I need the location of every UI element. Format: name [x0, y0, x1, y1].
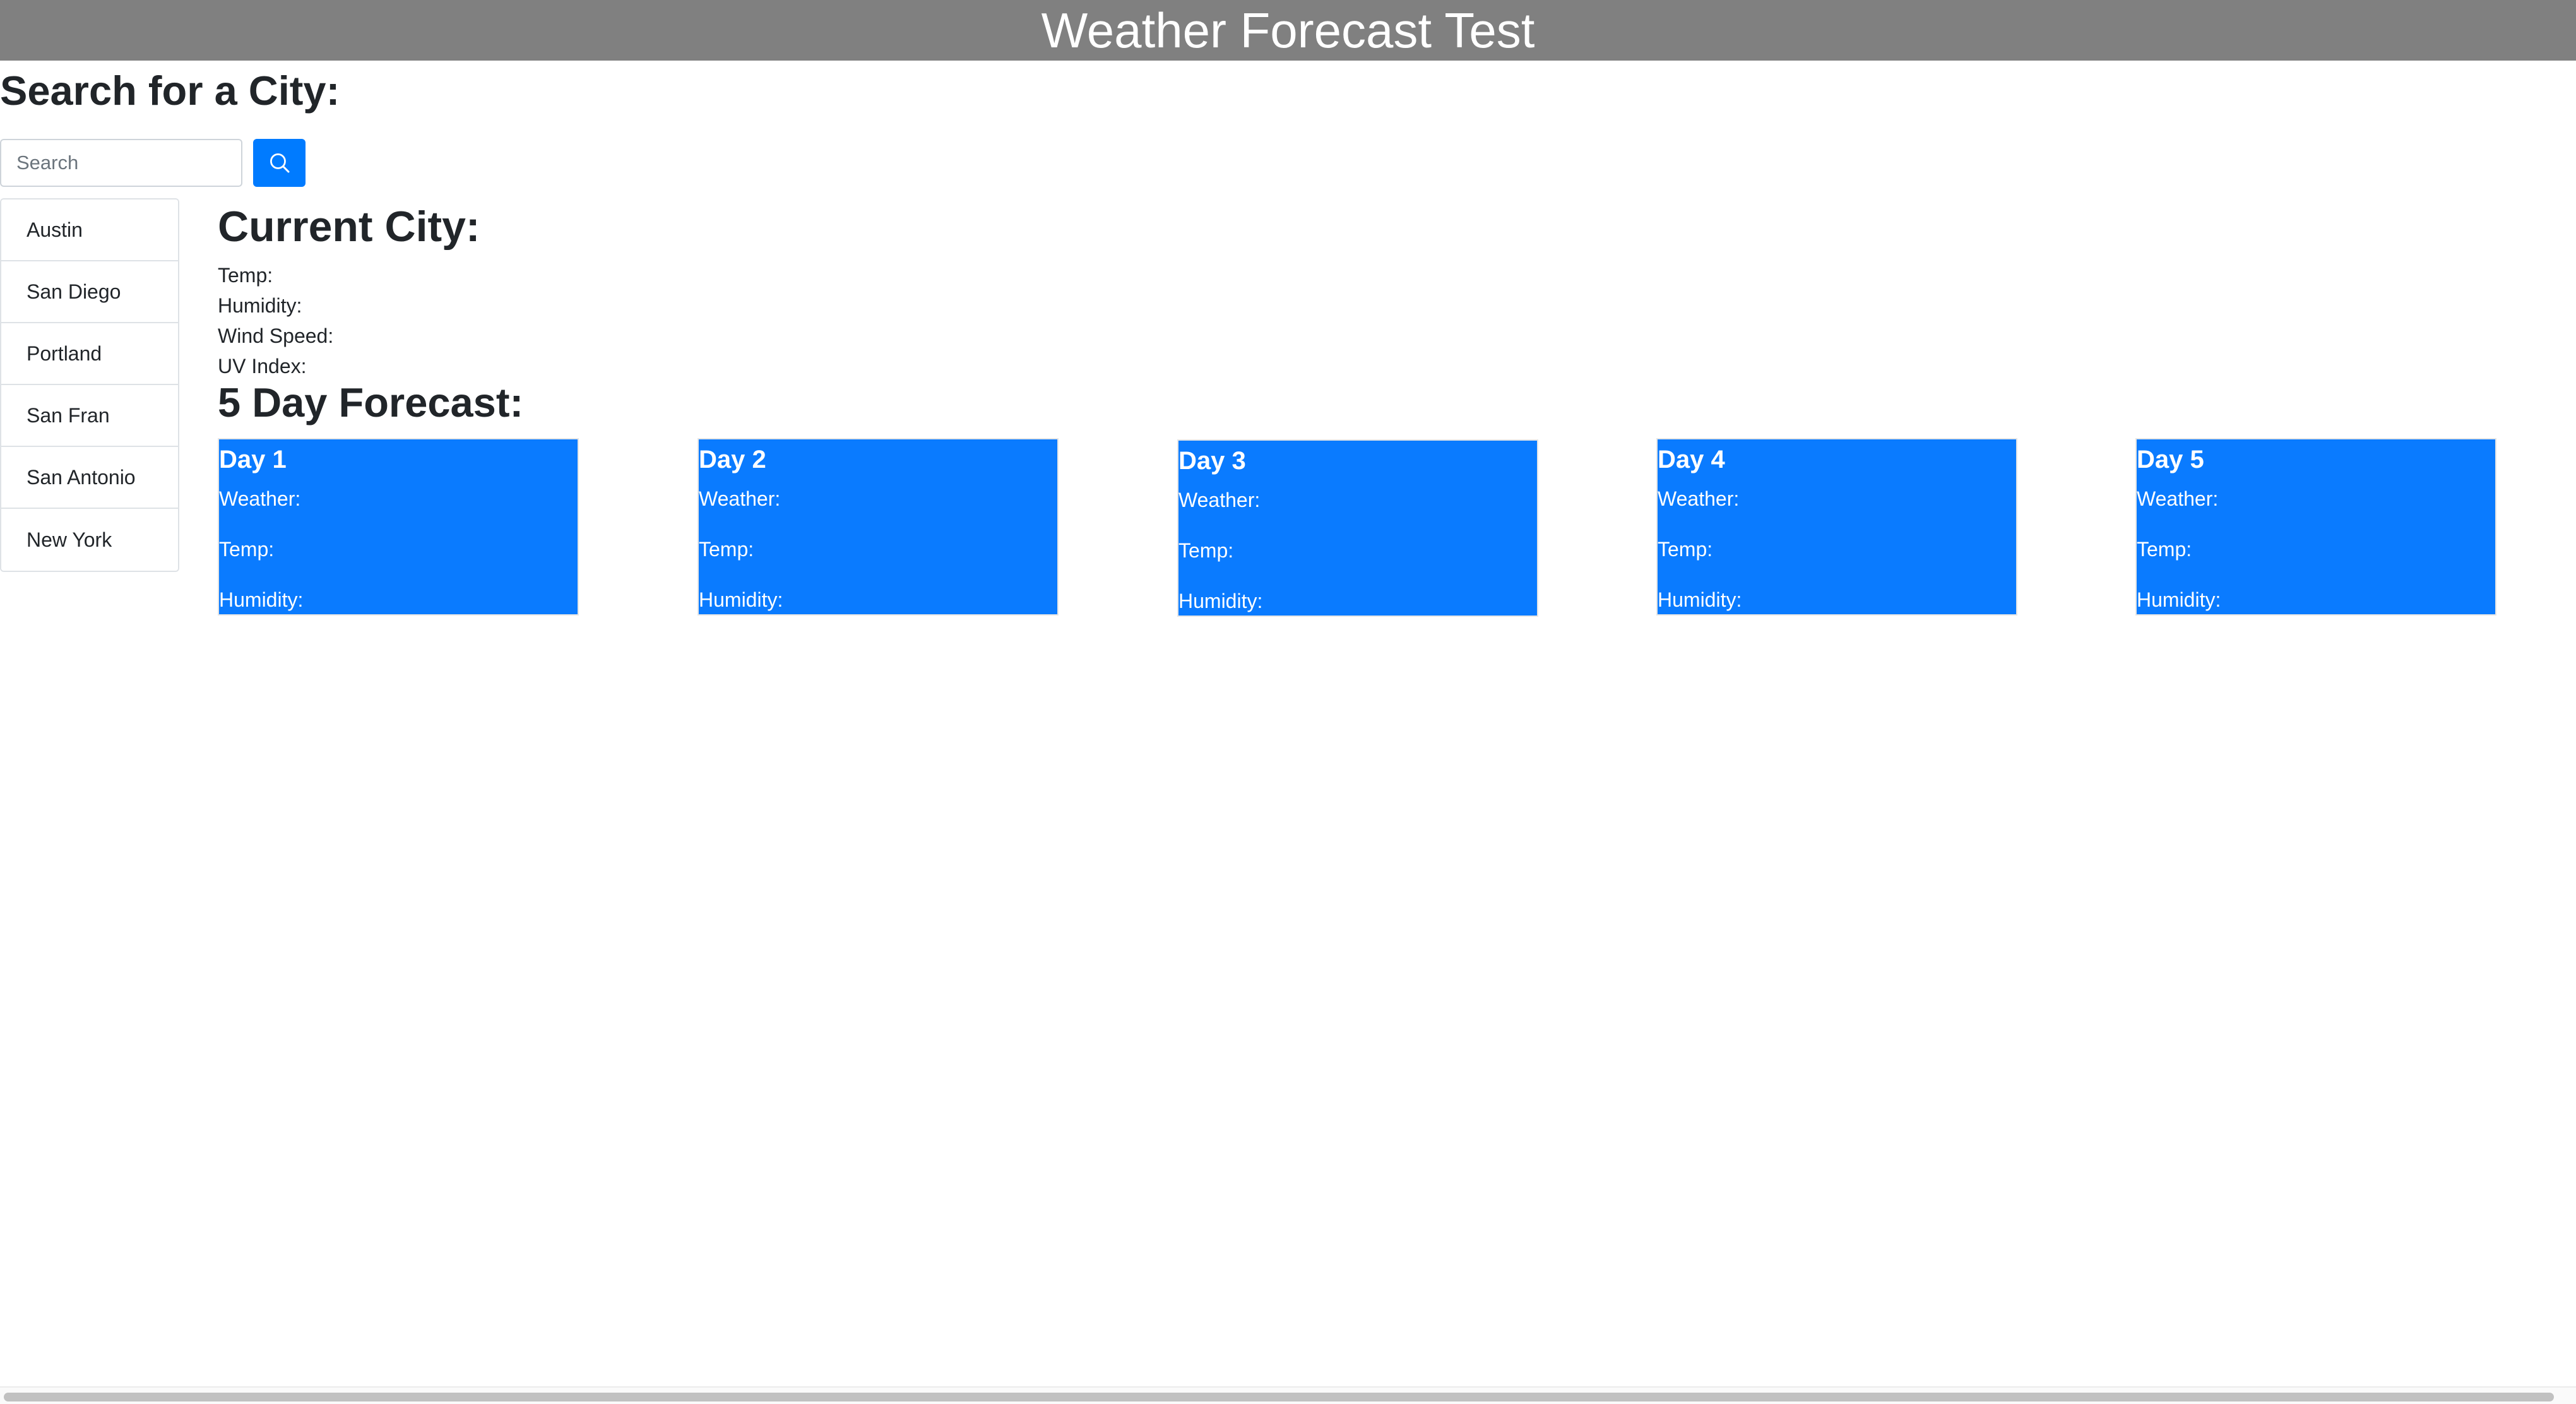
- day-title: Day 3: [1178, 447, 1246, 475]
- city-item-new-york[interactable]: New York: [1, 509, 178, 571]
- forecast-card-day-4: Day 4 Weather: Temp: Humidity:: [1656, 438, 2017, 616]
- forecast-card-day-2: Day 2 Weather: Temp: Humidity:: [697, 438, 1059, 616]
- day-humidity-label: Humidity:: [1658, 588, 1742, 611]
- day-weather-label: Weather:: [699, 487, 781, 510]
- city-item-san-fran[interactable]: San Fran: [1, 385, 178, 447]
- search-input[interactable]: [0, 139, 242, 187]
- current-city-heading: Current City:: [218, 203, 480, 251]
- city-item-austin[interactable]: Austin: [1, 199, 178, 261]
- current-stats: Temp: Humidity: Wind Speed: UV Index:: [218, 260, 333, 381]
- day-temp-label: Temp:: [1178, 539, 1234, 562]
- current-temp-label: Temp:: [218, 264, 273, 287]
- current-humidity-label: Humidity:: [218, 294, 302, 317]
- day-title: Day 1: [219, 446, 287, 473]
- city-item-portland[interactable]: Portland: [1, 323, 178, 385]
- page-title: Weather Forecast Test: [1041, 3, 1535, 58]
- search-icon: [270, 153, 290, 173]
- search-button[interactable]: [253, 139, 306, 187]
- day-title: Day 2: [699, 446, 766, 473]
- day-temp-label: Temp:: [2137, 538, 2192, 561]
- page-header: Weather Forecast Test: [0, 0, 2576, 61]
- forecast-card-day-5: Day 5 Weather: Temp: Humidity:: [2135, 438, 2496, 616]
- city-item-san-diego[interactable]: San Diego: [1, 261, 178, 323]
- city-list: Austin San Diego Portland San Fran San A…: [0, 198, 179, 572]
- day-humidity-label: Humidity:: [219, 588, 304, 611]
- day-title: Day 4: [1658, 446, 1725, 473]
- forecast-heading: 5 Day Forecast:: [218, 379, 524, 425]
- day-weather-label: Weather:: [219, 487, 301, 510]
- forecast-card-day-3: Day 3 Weather: Temp: Humidity:: [1177, 439, 1538, 617]
- day-temp-label: Temp:: [1658, 538, 1713, 561]
- day-humidity-label: Humidity:: [699, 588, 783, 611]
- day-humidity-label: Humidity:: [1178, 590, 1263, 612]
- day-title: Day 5: [2137, 446, 2204, 473]
- current-wind-label: Wind Speed:: [218, 324, 334, 347]
- day-weather-label: Weather:: [2137, 487, 2219, 510]
- scrollbar-thumb[interactable]: [4, 1393, 2554, 1401]
- day-humidity-label: Humidity:: [2137, 588, 2221, 611]
- day-temp-label: Temp:: [699, 538, 754, 561]
- horizontal-scrollbar[interactable]: [0, 1386, 2576, 1404]
- day-weather-label: Weather:: [1178, 489, 1261, 511]
- search-heading: Search for a City:: [0, 68, 340, 114]
- forecast-card-day-1: Day 1 Weather: Temp: Humidity:: [218, 438, 579, 616]
- day-weather-label: Weather:: [1658, 487, 1740, 510]
- current-uv-label: UV Index:: [218, 355, 307, 378]
- day-temp-label: Temp:: [219, 538, 275, 561]
- city-item-san-antonio[interactable]: San Antonio: [1, 447, 178, 509]
